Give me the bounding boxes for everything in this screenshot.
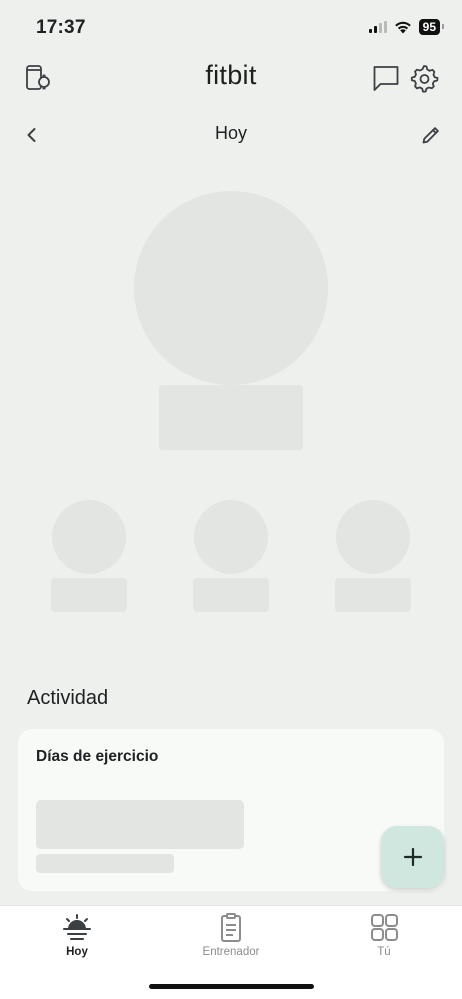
status-bar: 17:37 95 <box>0 0 462 56</box>
stat-value-placeholder-3 <box>335 578 411 612</box>
clipboard-icon <box>221 913 241 942</box>
nav-item-you[interactable]: Tú <box>324 912 444 958</box>
nav-item-today[interactable]: Hoy <box>17 912 137 958</box>
section-title-activity: Actividad <box>27 687 109 709</box>
status-time: 17:37 <box>36 17 86 38</box>
text-placeholder <box>36 854 174 873</box>
edit-button[interactable] <box>416 120 446 150</box>
nav-label-today: Hoy <box>66 946 88 958</box>
stat-placeholder-2 <box>194 500 268 574</box>
page-title: Hoy <box>214 123 247 143</box>
today-sunrise-icon <box>63 914 91 940</box>
home-indicator <box>149 984 314 989</box>
wifi-icon <box>394 21 411 34</box>
nav-label-you: Tú <box>377 946 391 958</box>
main-stat-placeholder <box>134 191 328 385</box>
nav-label-coach: Entrenador <box>202 946 260 958</box>
add-icon <box>403 847 422 867</box>
settings-button[interactable] <box>408 62 440 94</box>
card-title: Días de ejercicio <box>36 748 159 765</box>
app-header: fitbit <box>0 56 462 100</box>
edit-pencil-icon <box>422 127 439 144</box>
status-icons: 95 <box>368 19 445 35</box>
cellular-signal-icon <box>368 21 387 33</box>
stat-value-placeholder-2 <box>193 578 269 612</box>
date-navigation: Hoy <box>0 114 462 154</box>
chart-placeholder <box>36 800 244 849</box>
grid-icon <box>371 914 398 941</box>
stat-value-placeholder-1 <box>51 578 127 612</box>
nav-item-coach[interactable]: Entrenador <box>171 912 291 958</box>
add-button[interactable] <box>381 826 444 888</box>
main-stat-value-placeholder <box>159 385 303 450</box>
settings-icon <box>410 65 439 93</box>
messages-button[interactable] <box>370 62 402 94</box>
battery-icon: 95 <box>418 19 445 35</box>
stat-placeholder-1 <box>52 500 126 574</box>
messages-icon <box>373 66 399 91</box>
stat-placeholder-3 <box>336 500 410 574</box>
